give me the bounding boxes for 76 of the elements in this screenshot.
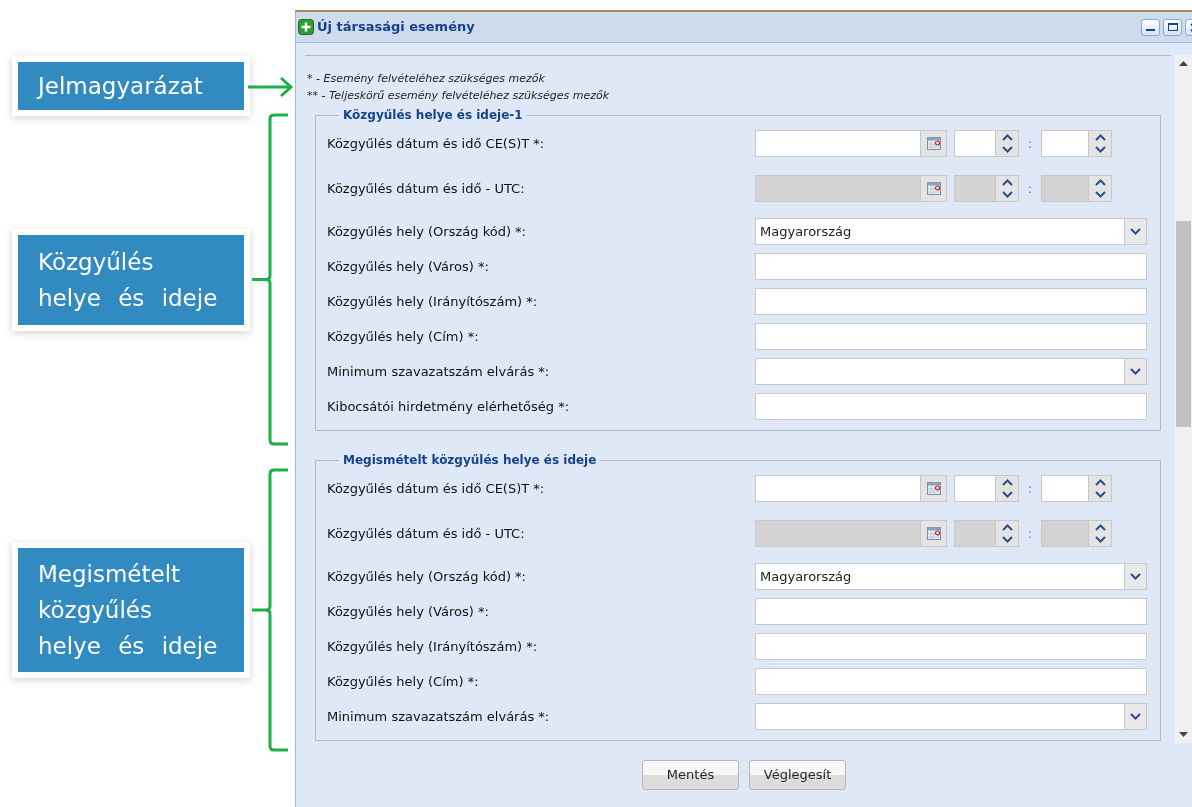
text-field[interactable]: [755, 633, 1147, 660]
calendar-icon: [926, 527, 941, 540]
time-separator: :: [1026, 480, 1033, 498]
chevron-down-icon: [1094, 146, 1106, 154]
maximize-button[interactable]: [1163, 18, 1182, 36]
minute-field[interactable]: [1041, 130, 1112, 157]
window-title: Új társasági esemény: [317, 18, 476, 37]
field-label: Közgyűlés hely (Irányítószám) *:: [327, 637, 539, 656]
field-label: Közgyűlés dátum és idő CE(S)T *:: [327, 134, 546, 153]
section-title: Közgyűlés helye és ideje-1: [342, 107, 524, 124]
chevron-down-icon: [1001, 536, 1013, 544]
field-label: Közgyűlés hely (Irányítószám) *:: [327, 292, 539, 311]
field-label: Kibocsátói hirdetmény elérhetőség *:: [327, 397, 571, 416]
chevron-down-icon: [1001, 491, 1013, 499]
calendar-icon: [926, 482, 941, 495]
field-label: Közgyűlés dátum és idő CE(S)T *:: [327, 479, 546, 498]
text-field[interactable]: [755, 393, 1147, 420]
chevron-up-icon: [1001, 133, 1013, 141]
action-button[interactable]: Mentés: [642, 760, 739, 790]
scroll-up-icon: [1179, 61, 1188, 66]
field-label: Közgyűlés hely (Ország kód) *:: [327, 222, 527, 241]
field-label: Minimum szavazatszám elvárás *:: [327, 707, 551, 726]
text-field[interactable]: [755, 598, 1147, 625]
field-label: Közgyűlés dátum és idő - UTC:: [327, 524, 526, 543]
text-field[interactable]: [755, 323, 1147, 350]
field-label: Közgyűlés hely (Város) *:: [327, 257, 490, 276]
legend-note: ** - Teljeskörű esemény felvételéhez szükséges mezők: [307, 88, 611, 104]
field-label: Közgyűlés hely (Ország kód) *:: [327, 567, 527, 586]
chevron-up-icon: [1001, 178, 1013, 186]
chevron-down-icon: [1001, 146, 1013, 154]
dropdown-field[interactable]: Magyarország: [755, 563, 1147, 590]
dropdown-field[interactable]: Magyarország: [755, 218, 1147, 245]
legend-note: * - Esemény felvételéhez szükséges mezők: [307, 71, 546, 87]
chevron-down-icon: [1094, 536, 1106, 544]
chevron-up-icon: [1094, 178, 1106, 186]
chevron-down-icon: [1130, 228, 1141, 235]
field-label: Közgyűlés hely (Cím) *:: [327, 672, 480, 691]
chevron-down-icon: [1130, 368, 1141, 375]
action-button[interactable]: Véglegesít: [749, 760, 846, 790]
minimize-button[interactable]: [1141, 18, 1160, 36]
chevron-down-icon: [1130, 573, 1141, 580]
time-separator: :: [1026, 525, 1033, 543]
chevron-down-icon: [1001, 191, 1013, 199]
scrollbar[interactable]: [1175, 55, 1192, 743]
chevron-up-icon: [1001, 478, 1013, 486]
calendar-icon: [926, 137, 941, 150]
field-label: Közgyűlés dátum és idő - UTC:: [327, 179, 526, 198]
time-separator: :: [1026, 135, 1033, 153]
calendar-icon: [926, 182, 941, 195]
calendar-button[interactable]: [920, 476, 946, 501]
chevron-up-icon: [1001, 523, 1013, 531]
scroll-down-icon: [1179, 732, 1188, 737]
field-label: Közgyűlés hely (Cím) *:: [327, 327, 480, 346]
minute-field[interactable]: [1041, 475, 1112, 502]
time-separator: :: [1026, 180, 1033, 198]
chevron-up-icon: [1094, 478, 1106, 486]
field-label: Minimum szavazatszám elvárás *:: [327, 362, 551, 381]
scrollbar-thumb[interactable]: [1176, 221, 1191, 427]
section-title: Megismételt közgyűlés helye és ideje: [342, 452, 598, 469]
hour-field[interactable]: [954, 475, 1019, 502]
text-field[interactable]: [755, 668, 1147, 695]
chevron-up-icon: [1094, 133, 1106, 141]
calendar-button[interactable]: [920, 131, 946, 156]
dropdown-field[interactable]: [755, 703, 1147, 730]
dropdown-field[interactable]: [755, 358, 1147, 385]
text-field[interactable]: [755, 253, 1147, 280]
hour-field[interactable]: [954, 130, 1019, 157]
add-icon: [298, 19, 314, 35]
date-field[interactable]: [755, 475, 947, 502]
text-field[interactable]: [755, 288, 1147, 315]
chevron-down-icon: [1130, 713, 1141, 720]
chevron-down-icon: [1094, 191, 1106, 199]
chevron-up-icon: [1094, 523, 1106, 531]
date-field[interactable]: [755, 130, 947, 157]
field-label: Közgyűlés hely (Város) *:: [327, 602, 490, 621]
chevron-down-icon: [1094, 491, 1106, 499]
